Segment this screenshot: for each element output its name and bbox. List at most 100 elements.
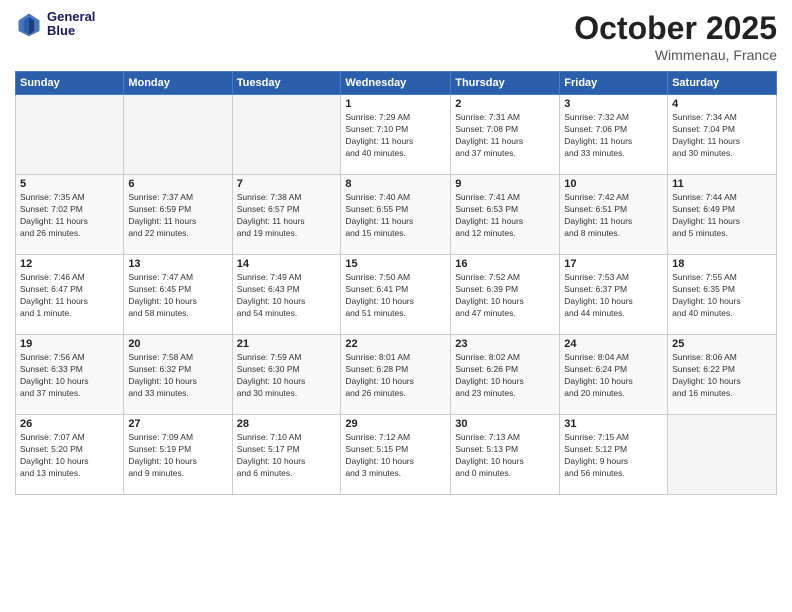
week-row: 1 Sunrise: 7:29 AM Sunset: 7:10 PM Daylig… (16, 95, 777, 175)
logo-line2: Blue (47, 24, 95, 38)
calendar-day: 21 Sunrise: 7:59 AM Sunset: 6:30 PM Dayli… (232, 335, 341, 415)
day-number: 28 (237, 418, 337, 430)
day-info: Sunrise: 7:47 AM Sunset: 6:45 PM Dayligh… (128, 272, 227, 320)
day-number: 17 (564, 258, 663, 270)
day-info: Sunrise: 7:07 AM Sunset: 5:20 PM Dayligh… (20, 432, 119, 480)
calendar-day: 17 Sunrise: 7:53 AM Sunset: 6:37 PM Dayli… (560, 255, 668, 335)
calendar-day: 28 Sunrise: 7:10 AM Sunset: 5:17 PM Dayli… (232, 415, 341, 495)
weekday-header: Friday (560, 72, 668, 95)
day-number: 11 (672, 178, 772, 190)
calendar-day: 14 Sunrise: 7:49 AM Sunset: 6:43 PM Dayli… (232, 255, 341, 335)
day-number: 13 (128, 258, 227, 270)
calendar-day: 23 Sunrise: 8:02 AM Sunset: 6:26 PM Dayli… (451, 335, 560, 415)
day-info: Sunrise: 7:12 AM Sunset: 5:15 PM Dayligh… (345, 432, 446, 480)
calendar-day: 7 Sunrise: 7:38 AM Sunset: 6:57 PM Daylig… (232, 175, 341, 255)
day-number: 23 (455, 338, 555, 350)
location: Wimmenau, France (574, 47, 777, 63)
calendar-day: 24 Sunrise: 8:04 AM Sunset: 6:24 PM Dayli… (560, 335, 668, 415)
day-info: Sunrise: 7:10 AM Sunset: 5:17 PM Dayligh… (237, 432, 337, 480)
day-number: 2 (455, 98, 555, 110)
day-info: Sunrise: 7:58 AM Sunset: 6:32 PM Dayligh… (128, 352, 227, 400)
day-info: Sunrise: 8:02 AM Sunset: 6:26 PM Dayligh… (455, 352, 555, 400)
day-info: Sunrise: 7:52 AM Sunset: 6:39 PM Dayligh… (455, 272, 555, 320)
calendar-day: 26Sunrise: 7:07 AM Sunset: 5:20 PM Dayli… (16, 415, 124, 495)
day-number: 3 (564, 98, 663, 110)
calendar-day: 25 Sunrise: 8:06 AM Sunset: 6:22 PM Dayli… (668, 335, 777, 415)
day-number: 19 (20, 338, 119, 350)
day-info: Sunrise: 8:06 AM Sunset: 6:22 PM Dayligh… (672, 352, 772, 400)
logo-line1: General (47, 10, 95, 24)
day-number: 6 (128, 178, 227, 190)
day-info: Sunrise: 7:55 AM Sunset: 6:35 PM Dayligh… (672, 272, 772, 320)
day-number: 14 (237, 258, 337, 270)
calendar-day: 9 Sunrise: 7:41 AM Sunset: 6:53 PM Daylig… (451, 175, 560, 255)
day-number: 7 (237, 178, 337, 190)
title-block: October 2025 Wimmenau, France (574, 10, 777, 63)
calendar-day: 4 Sunrise: 7:34 AM Sunset: 7:04 PM Daylig… (668, 95, 777, 175)
day-info: Sunrise: 7:40 AM Sunset: 6:55 PM Dayligh… (345, 192, 446, 240)
weekday-header: Thursday (451, 72, 560, 95)
day-info: Sunrise: 7:50 AM Sunset: 6:41 PM Dayligh… (345, 272, 446, 320)
day-info: Sunrise: 7:13 AM Sunset: 5:13 PM Dayligh… (455, 432, 555, 480)
day-info: Sunrise: 7:32 AM Sunset: 7:06 PM Dayligh… (564, 112, 663, 160)
day-number: 24 (564, 338, 663, 350)
logo-icon (15, 10, 43, 38)
day-info: Sunrise: 7:53 AM Sunset: 6:37 PM Dayligh… (564, 272, 663, 320)
week-row: 5Sunrise: 7:35 AM Sunset: 7:02 PM Daylig… (16, 175, 777, 255)
empty-day (16, 95, 124, 175)
day-number: 5 (20, 178, 119, 190)
logo: General Blue (15, 10, 95, 39)
empty-day (124, 95, 232, 175)
day-info: Sunrise: 7:42 AM Sunset: 6:51 PM Dayligh… (564, 192, 663, 240)
calendar-day: 29Sunrise: 7:12 AM Sunset: 5:15 PM Dayli… (341, 415, 451, 495)
calendar-day: 15 Sunrise: 7:50 AM Sunset: 6:41 PM Dayli… (341, 255, 451, 335)
calendar-day: 6 Sunrise: 7:37 AM Sunset: 6:59 PM Daylig… (124, 175, 232, 255)
calendar-day: 22 Sunrise: 8:01 AM Sunset: 6:28 PM Dayli… (341, 335, 451, 415)
day-info: Sunrise: 7:31 AM Sunset: 7:08 PM Dayligh… (455, 112, 555, 160)
day-number: 15 (345, 258, 446, 270)
day-info: Sunrise: 7:41 AM Sunset: 6:53 PM Dayligh… (455, 192, 555, 240)
weekday-header: Monday (124, 72, 232, 95)
day-number: 12 (20, 258, 119, 270)
day-info: Sunrise: 7:59 AM Sunset: 6:30 PM Dayligh… (237, 352, 337, 400)
calendar-day: 1 Sunrise: 7:29 AM Sunset: 7:10 PM Daylig… (341, 95, 451, 175)
calendar-day: 2 Sunrise: 7:31 AM Sunset: 7:08 PM Daylig… (451, 95, 560, 175)
day-info: Sunrise: 7:37 AM Sunset: 6:59 PM Dayligh… (128, 192, 227, 240)
calendar-day: 16Sunrise: 7:52 AM Sunset: 6:39 PM Dayli… (451, 255, 560, 335)
day-number: 30 (455, 418, 555, 430)
day-number: 1 (345, 98, 446, 110)
weekday-header: Tuesday (232, 72, 341, 95)
calendar-day: 8Sunrise: 7:40 AM Sunset: 6:55 PM Daylig… (341, 175, 451, 255)
day-info: Sunrise: 7:34 AM Sunset: 7:04 PM Dayligh… (672, 112, 772, 160)
day-number: 10 (564, 178, 663, 190)
day-number: 31 (564, 418, 663, 430)
day-info: Sunrise: 7:29 AM Sunset: 7:10 PM Dayligh… (345, 112, 446, 160)
weekday-header: Saturday (668, 72, 777, 95)
empty-day (232, 95, 341, 175)
calendar-day: 13 Sunrise: 7:47 AM Sunset: 6:45 PM Dayli… (124, 255, 232, 335)
calendar-table: SundayMondayTuesdayWednesdayThursdayFrid… (15, 71, 777, 495)
day-info: Sunrise: 7:38 AM Sunset: 6:57 PM Dayligh… (237, 192, 337, 240)
day-number: 4 (672, 98, 772, 110)
day-number: 25 (672, 338, 772, 350)
day-info: Sunrise: 8:01 AM Sunset: 6:28 PM Dayligh… (345, 352, 446, 400)
day-info: Sunrise: 7:56 AM Sunset: 6:33 PM Dayligh… (20, 352, 119, 400)
weekday-header-row: SundayMondayTuesdayWednesdayThursdayFrid… (16, 72, 777, 95)
calendar-day: 11Sunrise: 7:44 AM Sunset: 6:49 PM Dayli… (668, 175, 777, 255)
day-info: Sunrise: 8:04 AM Sunset: 6:24 PM Dayligh… (564, 352, 663, 400)
day-info: Sunrise: 7:09 AM Sunset: 5:19 PM Dayligh… (128, 432, 227, 480)
calendar-day: 20Sunrise: 7:58 AM Sunset: 6:32 PM Dayli… (124, 335, 232, 415)
week-row: 12 Sunrise: 7:46 AM Sunset: 6:47 PM Dayli… (16, 255, 777, 335)
day-number: 22 (345, 338, 446, 350)
day-number: 21 (237, 338, 337, 350)
month-title: October 2025 (574, 10, 777, 47)
day-number: 9 (455, 178, 555, 190)
day-info: Sunrise: 7:46 AM Sunset: 6:47 PM Dayligh… (20, 272, 119, 320)
weekday-header: Wednesday (341, 72, 451, 95)
calendar-day: 5Sunrise: 7:35 AM Sunset: 7:02 PM Daylig… (16, 175, 124, 255)
week-row: 26Sunrise: 7:07 AM Sunset: 5:20 PM Dayli… (16, 415, 777, 495)
calendar-day: 30 Sunrise: 7:13 AM Sunset: 5:13 PM Dayli… (451, 415, 560, 495)
calendar-day: 18Sunrise: 7:55 AM Sunset: 6:35 PM Dayli… (668, 255, 777, 335)
calendar-day: 3 Sunrise: 7:32 AM Sunset: 7:06 PM Daylig… (560, 95, 668, 175)
day-info: Sunrise: 7:49 AM Sunset: 6:43 PM Dayligh… (237, 272, 337, 320)
